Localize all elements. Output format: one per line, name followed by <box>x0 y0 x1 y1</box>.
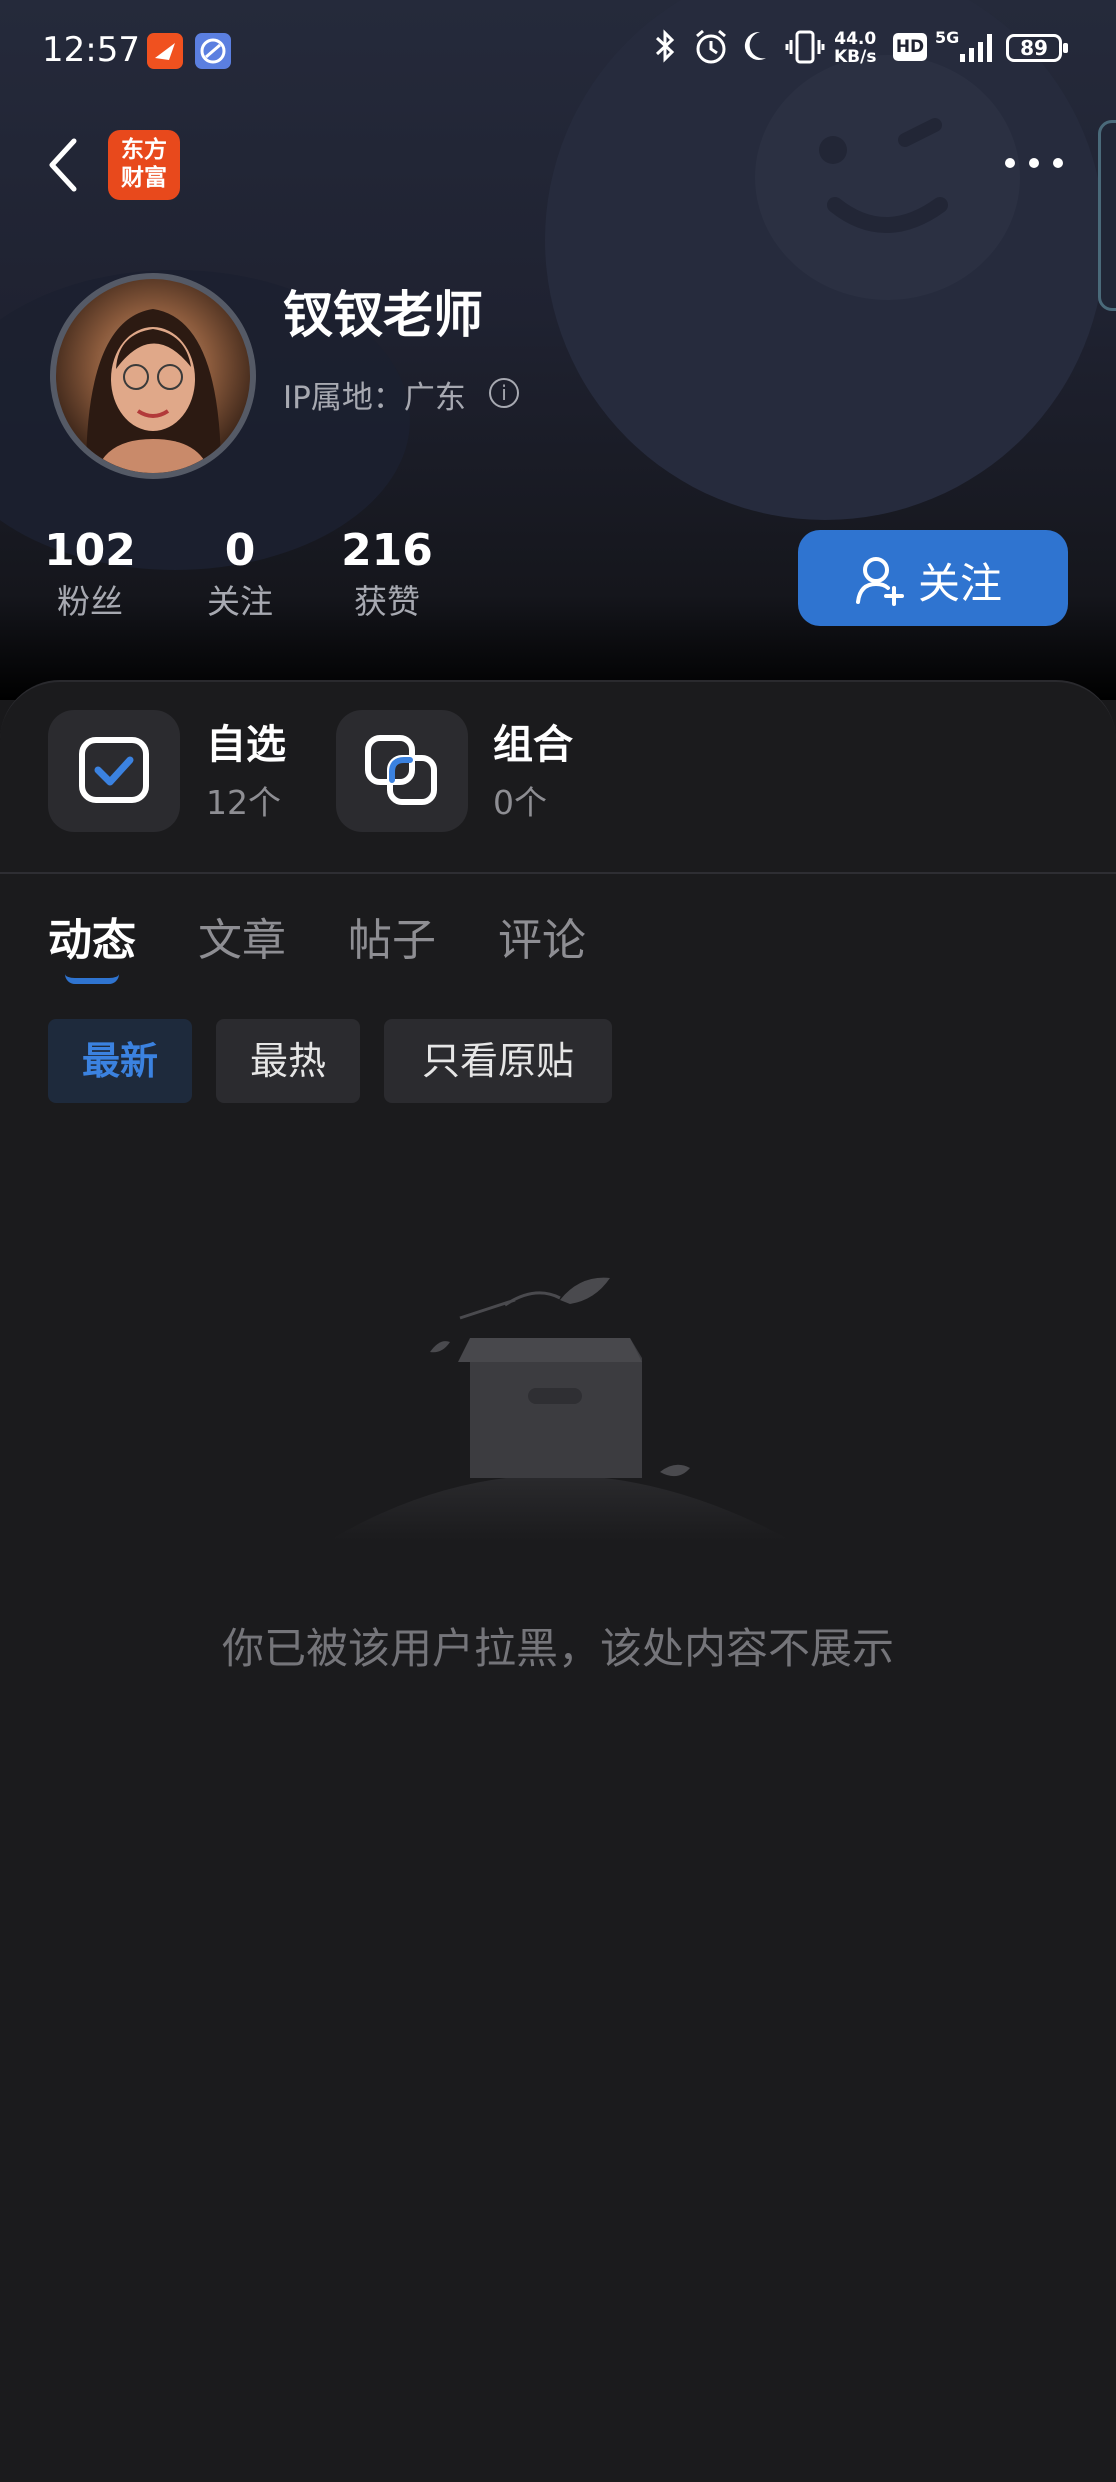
filter-latest[interactable]: 最新 <box>48 1019 192 1103</box>
status-time: 12:57 <box>42 30 140 70</box>
alarm-icon <box>692 28 730 73</box>
tab-articles[interactable]: 文章 <box>198 904 286 968</box>
follow-button[interactable]: 关注 <box>798 530 1068 626</box>
filter-hot[interactable]: 最热 <box>216 1019 360 1103</box>
bluetooth-icon <box>652 28 678 71</box>
stat-followers[interactable]: 102 粉丝 <box>40 523 140 625</box>
section-divider <box>0 872 1116 874</box>
back-button[interactable] <box>44 135 84 195</box>
battery-indicator: 89 <box>1006 34 1068 62</box>
portfolio-icon <box>365 735 437 805</box>
moon-icon <box>742 28 776 71</box>
watchlist-count: 12个 <box>206 783 281 822</box>
more-options-button[interactable] <box>1000 150 1070 180</box>
vibrate-icon <box>785 28 825 73</box>
dot-icon <box>1053 158 1063 168</box>
empty-box-illustration <box>330 1260 790 1540</box>
profile-header: 12:57 44.0 KB/s HD 5G 89 东方 财富 钗钗老师 IP属地… <box>0 0 1116 700</box>
tab-feed[interactable]: 动态 <box>48 904 136 968</box>
info-icon[interactable]: i <box>489 378 519 408</box>
ip-location: IP属地：广东 <box>283 380 466 416</box>
dot-icon <box>1005 158 1015 168</box>
add-user-icon <box>856 557 904 606</box>
tab-active-indicator <box>65 974 119 984</box>
network-speed: 44.0 KB/s <box>834 29 877 67</box>
side-handle[interactable] <box>1098 120 1116 311</box>
browser-app-icon <box>195 33 231 69</box>
watchlist-icon <box>79 737 149 803</box>
portfolio-title[interactable]: 组合 <box>493 712 573 770</box>
avatar[interactable] <box>50 273 256 479</box>
empty-state-message: 你已被该用户拉黑，该处内容不展示 <box>221 1624 894 1673</box>
hd-badge: HD <box>893 33 927 61</box>
dot-icon <box>1029 158 1039 168</box>
watchlist-title[interactable]: 自选 <box>206 712 286 770</box>
signal-icon <box>958 30 998 71</box>
stat-following[interactable]: 0 关注 <box>190 523 290 625</box>
portfolio-count: 0个 <box>493 783 547 822</box>
tab-comments[interactable]: 评论 <box>498 904 586 968</box>
status-bar: 12:57 44.0 KB/s HD 5G 89 <box>0 0 1116 100</box>
notification-app-icon <box>147 33 183 69</box>
stat-likes[interactable]: 216 获赞 <box>337 523 437 625</box>
network-type: 5G <box>935 28 960 47</box>
filter-original-only[interactable]: 只看原贴 <box>384 1019 612 1103</box>
app-logo[interactable]: 东方 财富 <box>108 130 180 200</box>
username: 钗钗老师 <box>283 286 483 344</box>
watchlist-button[interactable] <box>48 710 180 832</box>
tab-posts[interactable]: 帖子 <box>348 904 436 968</box>
portfolio-button[interactable] <box>336 710 468 832</box>
